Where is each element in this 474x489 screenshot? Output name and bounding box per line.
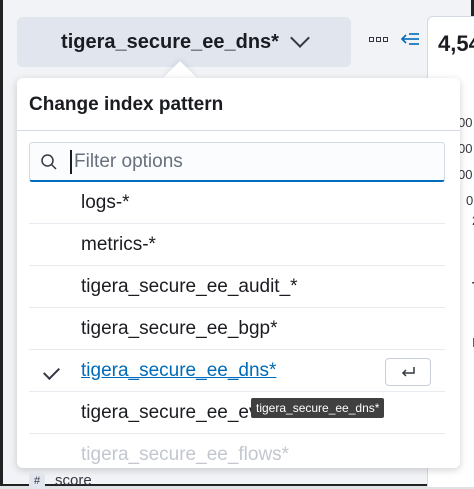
number-type-icon: # bbox=[29, 472, 45, 489]
option-label: tigera_secure_ee_audit_* bbox=[81, 275, 298, 297]
field-list-item[interactable]: # score bbox=[29, 472, 92, 489]
enter-key-icon bbox=[385, 358, 431, 386]
option-tigera-bgp[interactable]: tigera_secure_ee_bgp* bbox=[29, 308, 445, 350]
option-tooltip: tigera_secure_ee_dns* bbox=[251, 398, 385, 418]
axis-label: 0 bbox=[466, 193, 474, 208]
filter-options-search[interactable] bbox=[29, 142, 445, 182]
index-pattern-options-list: logs-* metrics-* tigera_secure_ee_audit_… bbox=[29, 182, 445, 468]
option-label: logs-* bbox=[81, 191, 130, 213]
option-tigera-flows[interactable]: tigera_secure_ee_flows* bbox=[29, 434, 445, 468]
option-tigera-audit[interactable]: tigera_secure_ee_audit_* bbox=[29, 266, 445, 308]
checkmark-icon bbox=[43, 363, 60, 380]
filter-options-input[interactable] bbox=[70, 149, 416, 174]
option-logs[interactable]: logs-* bbox=[29, 182, 445, 224]
axis-label: 00 bbox=[458, 141, 473, 156]
option-label: metrics-* bbox=[81, 233, 156, 255]
index-pattern-switcher-button[interactable]: tigera_secure_ee_dns* bbox=[17, 17, 351, 67]
collapse-left-icon[interactable] bbox=[399, 28, 421, 50]
option-tigera-dns[interactable]: tigera_secure_ee_dns* bbox=[29, 350, 445, 392]
option-label: tigera_secure_ee_flows* bbox=[81, 443, 290, 465]
index-pattern-label: tigera_secure_ee_dns* bbox=[61, 30, 279, 53]
chevron-down-icon bbox=[290, 28, 310, 48]
option-label: tigera_secure_ee_dns* bbox=[81, 359, 277, 381]
axis-label: 00 bbox=[458, 115, 473, 130]
search-icon bbox=[41, 153, 57, 170]
option-metrics[interactable]: metrics-* bbox=[29, 224, 445, 266]
option-label: tigera_secure_ee_bgp* bbox=[81, 317, 278, 339]
app-frame: tigera_secure_ee_dns* 4,54 00 00 00 0 2 … bbox=[0, 0, 474, 489]
axis-label: 00 bbox=[458, 167, 473, 182]
more-options-icon[interactable] bbox=[369, 37, 388, 42]
field-name: score bbox=[55, 472, 92, 489]
change-index-pattern-popover: Change index pattern logs-* metrics-* ti… bbox=[17, 78, 460, 468]
popover-divider bbox=[17, 130, 460, 131]
popover-title: Change index pattern bbox=[29, 94, 224, 115]
hits-count: 4,54 bbox=[438, 31, 474, 56]
